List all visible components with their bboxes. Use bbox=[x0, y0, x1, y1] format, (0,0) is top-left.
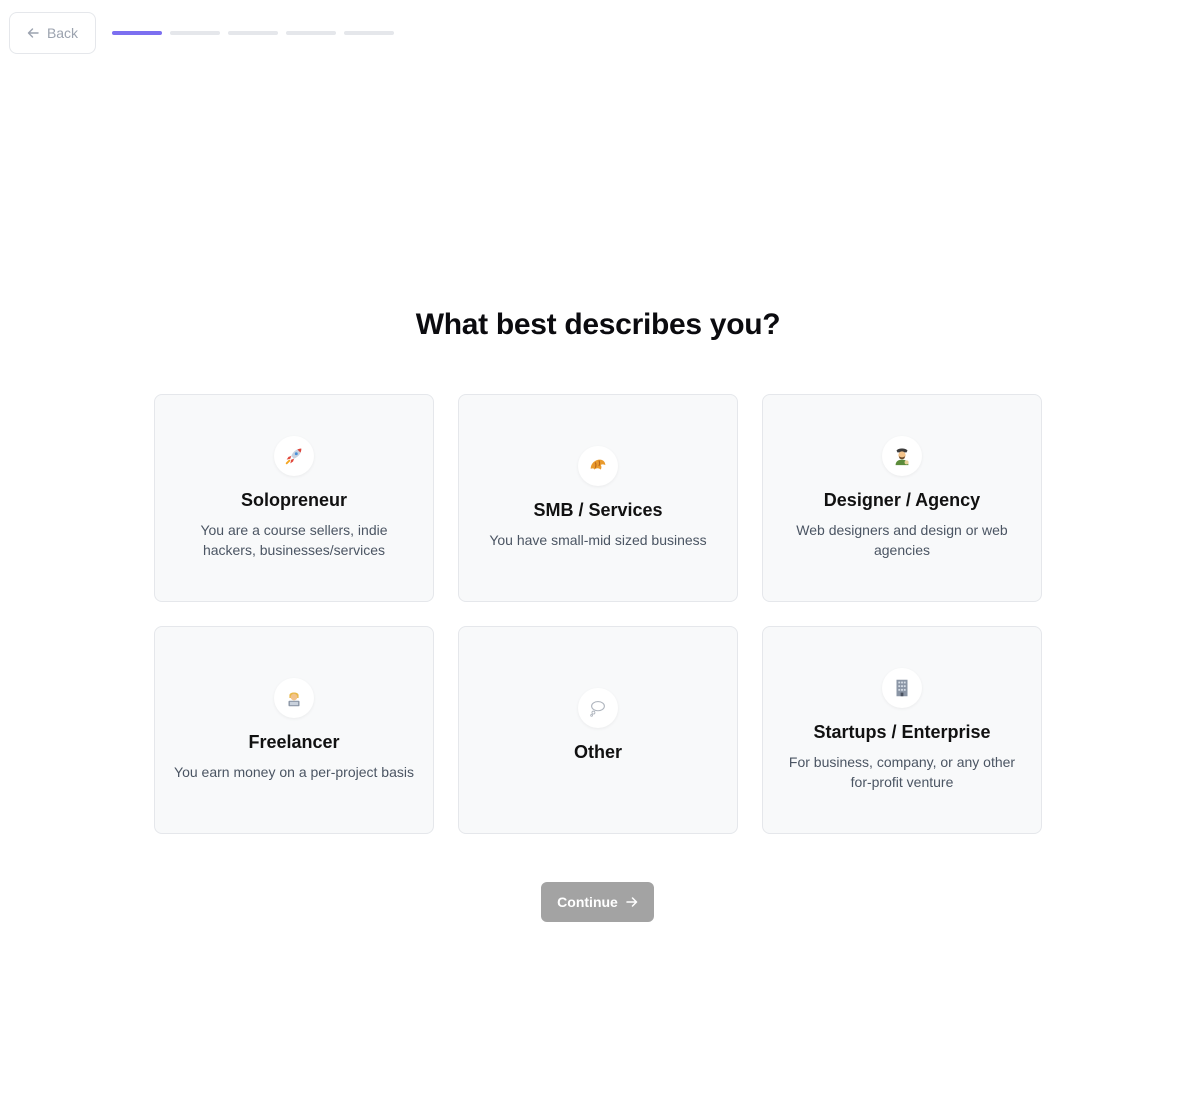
option-card-startups-enterprise[interactable]: Startups / Enterprise For business, comp… bbox=[762, 626, 1042, 834]
option-card-other[interactable]: Other bbox=[458, 626, 738, 834]
option-card-solopreneur[interactable]: Solopreneur You are a course sellers, in… bbox=[154, 394, 434, 602]
page-title: What best describes you? bbox=[415, 308, 781, 341]
progress-step-2 bbox=[170, 31, 220, 35]
option-card-designer-agency[interactable]: Designer / Agency Web designers and desi… bbox=[762, 394, 1042, 602]
top-bar: Back bbox=[9, 12, 96, 54]
rocket-icon bbox=[274, 436, 314, 476]
continue-button-label: Continue bbox=[557, 894, 618, 910]
option-title: Startups / Enterprise bbox=[813, 722, 991, 742]
options-grid: Solopreneur You are a course sellers, in… bbox=[154, 394, 1042, 834]
back-button[interactable]: Back bbox=[9, 12, 96, 54]
thought-bubble-icon bbox=[578, 688, 618, 728]
option-title: Designer / Agency bbox=[823, 490, 981, 510]
progress-step-4 bbox=[286, 31, 336, 35]
progress-step-3 bbox=[228, 31, 278, 35]
croissant-icon bbox=[578, 446, 618, 486]
option-card-smb-services[interactable]: SMB / Services You have small-mid sized … bbox=[458, 394, 738, 602]
progress-step-1 bbox=[112, 31, 162, 35]
option-title: Other bbox=[573, 742, 622, 762]
option-description: You are a course sellers, indie hackers,… bbox=[200, 522, 388, 558]
option-description: You have small-mid sized business bbox=[489, 532, 707, 548]
artist-icon bbox=[882, 436, 922, 476]
option-description: You earn money on a per-project basis bbox=[174, 764, 414, 780]
arrow-right-icon bbox=[626, 897, 638, 907]
option-card-freelancer[interactable]: Freelancer You earn money on a per-proje… bbox=[154, 626, 434, 834]
option-title: SMB / Services bbox=[533, 500, 663, 520]
continue-button[interactable]: Continue bbox=[541, 882, 654, 922]
back-button-label: Back bbox=[46, 25, 79, 41]
option-title: Solopreneur bbox=[240, 490, 347, 510]
step-progress bbox=[112, 31, 394, 35]
arrow-left-icon bbox=[27, 28, 39, 38]
option-description: Web designers and design or web agencies bbox=[796, 522, 1008, 558]
office-building-icon bbox=[882, 668, 922, 708]
progress-step-5 bbox=[344, 31, 394, 35]
technologist-icon bbox=[274, 678, 314, 718]
option-title: Freelancer bbox=[248, 732, 340, 752]
option-description: For business, company, or any other for-… bbox=[788, 754, 1016, 790]
